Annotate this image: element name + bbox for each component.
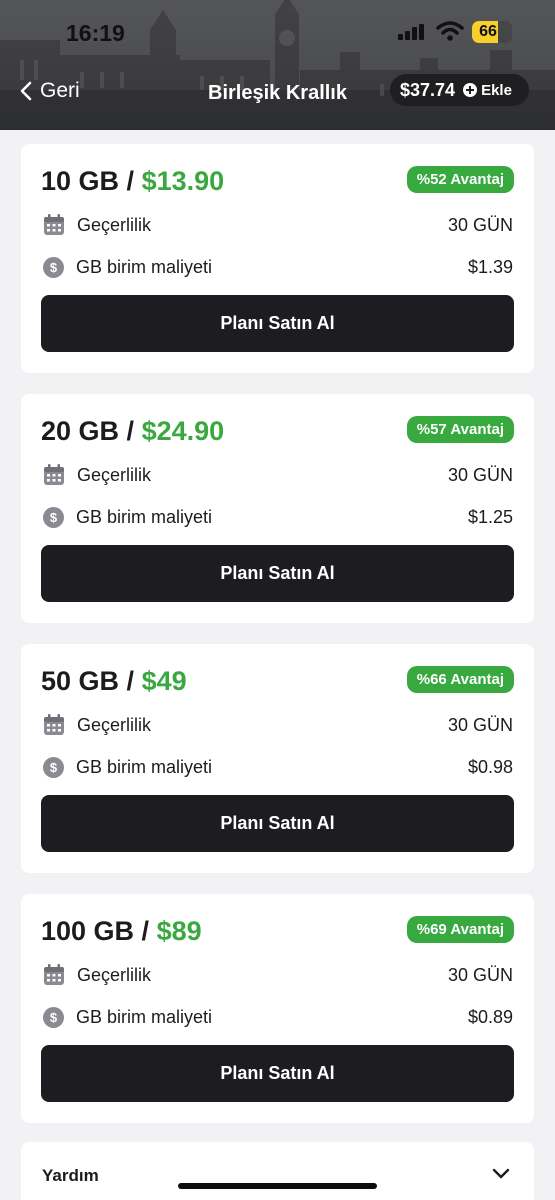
battery-level-text: 66 bbox=[479, 23, 497, 40]
unit-cost-value: $1.39 bbox=[467, 256, 513, 277]
unit-cost-label: GB birim maliyeti bbox=[76, 756, 213, 777]
header-hero: 16:19 66 Geri Birleşik Krallık $37.74 Ek… bbox=[0, 0, 555, 130]
add-label: Ekle bbox=[481, 81, 512, 99]
validity-label: Geçerlilik bbox=[77, 964, 152, 985]
plan-size: 20 GB / bbox=[41, 416, 135, 446]
navigation-bar: Geri Birleşik Krallık $37.74 Ekle bbox=[0, 66, 555, 116]
balance-amount: $37.74 bbox=[400, 79, 456, 100]
buy-plan-button[interactable]: Planı Satın Al bbox=[41, 795, 514, 852]
calendar-icon bbox=[44, 964, 64, 985]
calendar-icon bbox=[44, 714, 64, 735]
validity-value: 30 GÜN bbox=[447, 964, 513, 985]
dollar-coin-icon: $ bbox=[43, 506, 64, 528]
calendar-icon bbox=[44, 464, 64, 485]
unit-cost-label: GB birim maliyeti bbox=[76, 1006, 213, 1027]
plan-title: 100 GB / $89 bbox=[41, 916, 202, 947]
plan-size: 100 GB / bbox=[41, 916, 150, 946]
validity-label: Geçerlilik bbox=[77, 464, 152, 485]
dollar-coin-icon: $ bbox=[43, 1006, 64, 1028]
buy-plan-button[interactable]: Planı Satın Al bbox=[41, 295, 514, 352]
validity-label: Geçerlilik bbox=[77, 214, 152, 235]
calendar-icon bbox=[44, 214, 64, 235]
balance-add-button[interactable]: $37.74 Ekle bbox=[390, 74, 529, 106]
unit-cost-row: $ GB birim maliyeti $0.89 bbox=[43, 1004, 513, 1030]
unit-cost-value: $0.89 bbox=[467, 1006, 513, 1027]
wifi-icon bbox=[436, 21, 464, 41]
battery-indicator: 66 bbox=[472, 21, 512, 43]
plan-title: 20 GB / $24.90 bbox=[41, 416, 224, 447]
add-credit: Ekle bbox=[463, 82, 512, 99]
dollar-coin-icon: $ bbox=[43, 756, 64, 778]
buy-plan-button[interactable]: Planı Satın Al bbox=[41, 545, 514, 602]
chevron-down-icon bbox=[492, 1168, 510, 1179]
unit-cost-row: $ GB birim maliyeti $1.39 bbox=[43, 254, 513, 280]
unit-cost-value: $1.25 bbox=[467, 506, 513, 527]
dollar-coin-icon: $ bbox=[43, 256, 64, 278]
advantage-badge: %69 Avantaj bbox=[406, 916, 514, 943]
plan-card: 10 GB / $13.90 %52 Avantaj Geçerlilik 30… bbox=[21, 144, 534, 373]
help-accordion[interactable]: Yardım bbox=[21, 1142, 534, 1200]
validity-row: Geçerlilik 30 GÜN bbox=[43, 712, 513, 738]
plan-card: 50 GB / $49 %66 Avantaj Geçerlilik 30 GÜ… bbox=[21, 644, 534, 873]
validity-value: 30 GÜN bbox=[447, 464, 513, 485]
status-bar: 16:19 66 bbox=[0, 0, 555, 60]
plan-card: 100 GB / $89 %69 Avantaj Geçerlilik 30 G… bbox=[21, 894, 534, 1123]
help-label: Yardım bbox=[42, 1166, 99, 1185]
plan-title: 10 GB / $13.90 bbox=[41, 166, 224, 197]
plan-card: 20 GB / $24.90 %57 Avantaj Geçerlilik 30… bbox=[21, 394, 534, 623]
validity-row: Geçerlilik 30 GÜN bbox=[43, 962, 513, 988]
validity-value: 30 GÜN bbox=[447, 714, 513, 735]
validity-row: Geçerlilik 30 GÜN bbox=[43, 462, 513, 488]
plan-price: $13.90 bbox=[141, 166, 225, 196]
unit-cost-value: $0.98 bbox=[467, 756, 513, 777]
advantage-badge: %57 Avantaj bbox=[406, 416, 514, 443]
advantage-badge: %66 Avantaj bbox=[406, 666, 514, 693]
validity-row: Geçerlilik 30 GÜN bbox=[43, 212, 513, 238]
validity-label: Geçerlilik bbox=[77, 714, 152, 735]
plan-size: 50 GB / bbox=[41, 666, 135, 696]
home-indicator bbox=[178, 1183, 377, 1189]
plus-circle-icon bbox=[463, 83, 478, 97]
unit-cost-row: $ GB birim maliyeti $0.98 bbox=[43, 754, 513, 780]
unit-cost-row: $ GB birim maliyeti $1.25 bbox=[43, 504, 513, 530]
validity-value: 30 GÜN bbox=[447, 214, 513, 235]
plan-size: 10 GB / bbox=[41, 166, 135, 196]
plan-price: $24.90 bbox=[141, 416, 225, 446]
cellular-signal-icon bbox=[398, 24, 424, 40]
unit-cost-label: GB birim maliyeti bbox=[76, 506, 213, 527]
plan-price: $89 bbox=[156, 916, 202, 946]
plan-title: 50 GB / $49 bbox=[41, 666, 187, 697]
status-time: 16:19 bbox=[66, 20, 125, 46]
advantage-badge: %52 Avantaj bbox=[406, 166, 514, 193]
unit-cost-label: GB birim maliyeti bbox=[76, 256, 213, 277]
buy-plan-button[interactable]: Planı Satın Al bbox=[41, 1045, 514, 1102]
plan-price: $49 bbox=[141, 666, 187, 696]
